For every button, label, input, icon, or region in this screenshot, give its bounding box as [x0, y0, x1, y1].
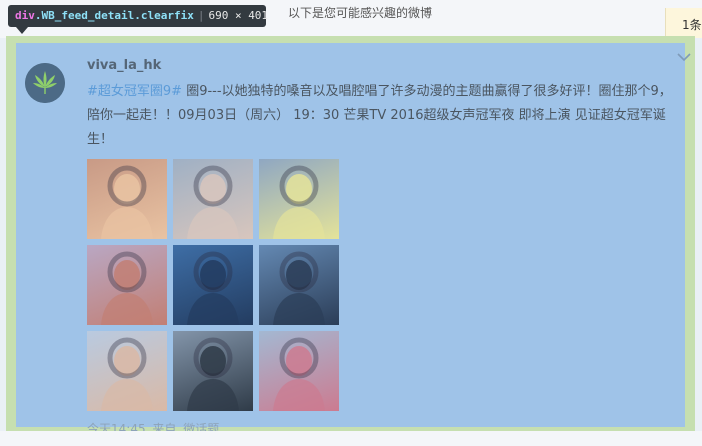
person-photo-icon [273, 165, 325, 239]
chevron-down-icon[interactable] [676, 51, 692, 63]
person-photo-icon [187, 337, 239, 411]
post-image-thumbnail[interactable] [259, 245, 339, 325]
person-photo-icon [101, 165, 153, 239]
page-bottom-strip [0, 431, 702, 446]
person-photo-icon [273, 251, 325, 325]
feed-detail-card: viva_la_hk #超女冠军圈9# 圈9---以她独特的嗓音以及唱腔唱了许多… [6, 36, 695, 436]
topic-link[interactable]: #超女冠军圈9# [87, 84, 182, 99]
tooltip-dimensions: 690 × 401 [208, 9, 269, 22]
post-text: #超女冠军圈9# 圈9---以她独特的嗓音以及唱腔唱了许多动漫的主题曲赢得了很多… [87, 80, 681, 152]
devtools-element-tooltip: div.WB_feed_detail.clearfix | 690 × 401 [8, 5, 269, 27]
post-image-thumbnail[interactable] [173, 331, 253, 411]
feed-detail-content: viva_la_hk #超女冠军圈9# 圈9---以她独特的嗓音以及唱腔唱了许多… [16, 43, 691, 436]
post-image-thumbnail[interactable] [87, 159, 167, 239]
person-photo-icon [187, 251, 239, 325]
recommendation-hint: 以下是您可能感兴趣的微博 [288, 6, 433, 20]
post-image-grid [87, 159, 339, 411]
post-image-thumbnail[interactable] [87, 245, 167, 325]
post-image-thumbnail[interactable] [173, 245, 253, 325]
cannabis-leaf-icon [25, 63, 65, 103]
post-image-thumbnail[interactable] [259, 331, 339, 411]
person-photo-icon [101, 251, 153, 325]
person-photo-icon [273, 337, 325, 411]
post-image-thumbnail[interactable] [173, 159, 253, 239]
tooltip-separator: | [197, 9, 205, 22]
post-image-thumbnail[interactable] [87, 331, 167, 411]
tooltip-tag: div [15, 9, 35, 22]
person-photo-icon [187, 165, 239, 239]
post-image-thumbnail[interactable] [259, 159, 339, 239]
person-photo-icon [101, 337, 153, 411]
tooltip-arrow [16, 27, 28, 34]
tooltip-classes: .WB_feed_detail.clearfix [34, 9, 194, 22]
new-posts-badge[interactable]: 1条新 [665, 8, 702, 38]
post-username[interactable]: viva_la_hk [87, 58, 161, 73]
avatar[interactable] [25, 63, 65, 103]
